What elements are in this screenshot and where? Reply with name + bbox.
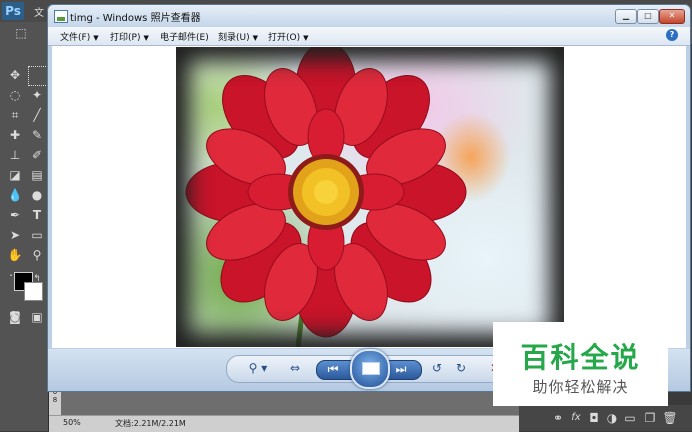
hand-tool-icon[interactable]: ✋ bbox=[6, 246, 24, 264]
actual-size-button[interactable]: ⇔ bbox=[284, 357, 306, 379]
image-display-area bbox=[52, 46, 686, 348]
ps-statusbar: 50% 文档:2.21M/2.21M bbox=[49, 415, 519, 432]
menu-print[interactable]: 打印(P) ▼ bbox=[110, 30, 149, 43]
watermark-subtitle: 助你轻松解决 bbox=[532, 378, 629, 396]
path-selection-tool-icon[interactable]: ➤ bbox=[6, 226, 24, 244]
eraser-tool-icon[interactable]: ◪ bbox=[6, 166, 24, 184]
menu-file[interactable]: 文件(F) ▼ bbox=[60, 30, 99, 43]
crop-tool-icon[interactable]: ⌗ bbox=[6, 106, 24, 124]
history-brush-tool-icon[interactable]: ✐ bbox=[28, 146, 46, 164]
menu-open-label: 打开(O) bbox=[268, 33, 301, 43]
help-button[interactable]: ? bbox=[666, 29, 678, 41]
new-group-icon[interactable]: ▭ bbox=[621, 409, 639, 427]
screen-mode-icon[interactable]: ▣ bbox=[28, 308, 46, 326]
ps-toolbar: ✥ ◌ ✦ ⌗ ╱ ✚ ✎ ⊥ ✐ ◪ ▤ 💧 ● ✒ T ➤ ▭ ✋ ⚲ ⋯ … bbox=[0, 44, 49, 431]
quick-mask-icon[interactable]: ◙ bbox=[6, 308, 24, 326]
chevron-down-icon: ▼ bbox=[143, 34, 149, 42]
layer-mask-icon[interactable]: ◘ bbox=[585, 409, 603, 427]
ps-logo[interactable]: Ps bbox=[2, 2, 24, 20]
background-color-swatch[interactable] bbox=[24, 282, 43, 301]
minimize-button[interactable]: ▁ bbox=[615, 9, 637, 24]
menu-file-label: 文件(F) bbox=[60, 33, 91, 43]
rectangle-tool-icon[interactable]: ▭ bbox=[28, 226, 46, 244]
menu-burn[interactable]: 刻录(U) ▼ bbox=[218, 30, 258, 43]
new-layer-icon[interactable]: ❐ bbox=[641, 409, 659, 427]
marquee-tool-icon[interactable] bbox=[28, 66, 48, 86]
previous-button[interactable]: ⏮ bbox=[322, 358, 344, 380]
zoom-button[interactable]: ⚲ ▾ bbox=[244, 357, 272, 379]
dodge-tool-icon[interactable]: ● bbox=[28, 186, 46, 204]
layers-panel-toolbar: ⚭ fx ◘ ◑ ▭ ❐ 🗑 bbox=[519, 405, 692, 431]
photo-viewer-app-icon bbox=[54, 10, 68, 23]
delete-layer-icon[interactable]: 🗑 bbox=[661, 409, 679, 427]
next-button[interactable]: ⏭ bbox=[390, 358, 412, 380]
healing-brush-tool-icon[interactable]: ✚ bbox=[6, 126, 24, 144]
watermark-title: 百科全说 bbox=[520, 341, 641, 374]
watermark-logo: 百科全说 助你轻松解决 bbox=[493, 322, 668, 406]
magic-wand-tool-icon[interactable]: ✦ bbox=[28, 86, 46, 104]
rotate-clockwise-button[interactable]: ↻ bbox=[450, 357, 472, 379]
menu-email-label: 电子邮件(E) bbox=[160, 33, 209, 43]
zoom-tool-icon[interactable]: ⚲ bbox=[28, 246, 46, 264]
menu-print-label: 打印(P) bbox=[110, 33, 141, 43]
viewer-menubar: 文件(F) ▼ 打印(P) ▼ 电子邮件(E) 刻录(U) ▼ 打开(O) ▼ ? bbox=[48, 27, 690, 46]
lasso-tool-icon[interactable]: ◌ bbox=[6, 86, 24, 104]
chevron-down-icon: ▼ bbox=[303, 34, 309, 42]
brush-tool-icon[interactable]: ✎ bbox=[28, 126, 46, 144]
slideshow-button[interactable] bbox=[350, 349, 390, 389]
marquee-options-icon[interactable]: ⬚ bbox=[12, 24, 30, 42]
adjustment-layer-icon[interactable]: ◑ bbox=[603, 409, 621, 427]
photo-image[interactable] bbox=[176, 47, 564, 347]
clone-stamp-tool-icon[interactable]: ⊥ bbox=[6, 146, 24, 164]
eyedropper-tool-icon[interactable]: ╱ bbox=[28, 106, 46, 124]
menu-burn-label: 刻录(U) bbox=[218, 33, 250, 43]
rotate-counterclockwise-button[interactable]: ↺ bbox=[426, 357, 448, 379]
chevron-down-icon: ▼ bbox=[93, 34, 99, 42]
ps-menu-file[interactable]: 文 bbox=[34, 4, 44, 19]
zoom-level[interactable]: 50% bbox=[63, 418, 81, 427]
photo-vignette bbox=[176, 47, 564, 347]
viewer-titlebar[interactable]: timg - Windows 照片查看器 ▁ □ ✕ bbox=[48, 5, 690, 27]
document-size[interactable]: 文档:2.21M/2.21M bbox=[115, 418, 186, 429]
menu-open[interactable]: 打开(O) ▼ bbox=[268, 30, 309, 43]
move-tool-icon[interactable]: ✥ bbox=[6, 66, 24, 84]
close-button[interactable]: ✕ bbox=[659, 9, 685, 24]
menu-email[interactable]: 电子邮件(E) bbox=[160, 30, 209, 43]
blur-tool-icon[interactable]: 💧 bbox=[6, 186, 24, 204]
layer-effects-icon[interactable]: fx bbox=[567, 409, 585, 427]
gradient-tool-icon[interactable]: ▤ bbox=[28, 166, 46, 184]
maximize-button[interactable]: □ bbox=[637, 9, 659, 24]
pen-tool-icon[interactable]: ✒ bbox=[6, 206, 24, 224]
chevron-down-icon: ▼ bbox=[252, 34, 259, 42]
window-title: timg - Windows 照片查看器 bbox=[70, 13, 201, 24]
link-layers-icon[interactable]: ⚭ bbox=[549, 409, 567, 427]
type-tool-icon[interactable]: T bbox=[28, 206, 46, 224]
